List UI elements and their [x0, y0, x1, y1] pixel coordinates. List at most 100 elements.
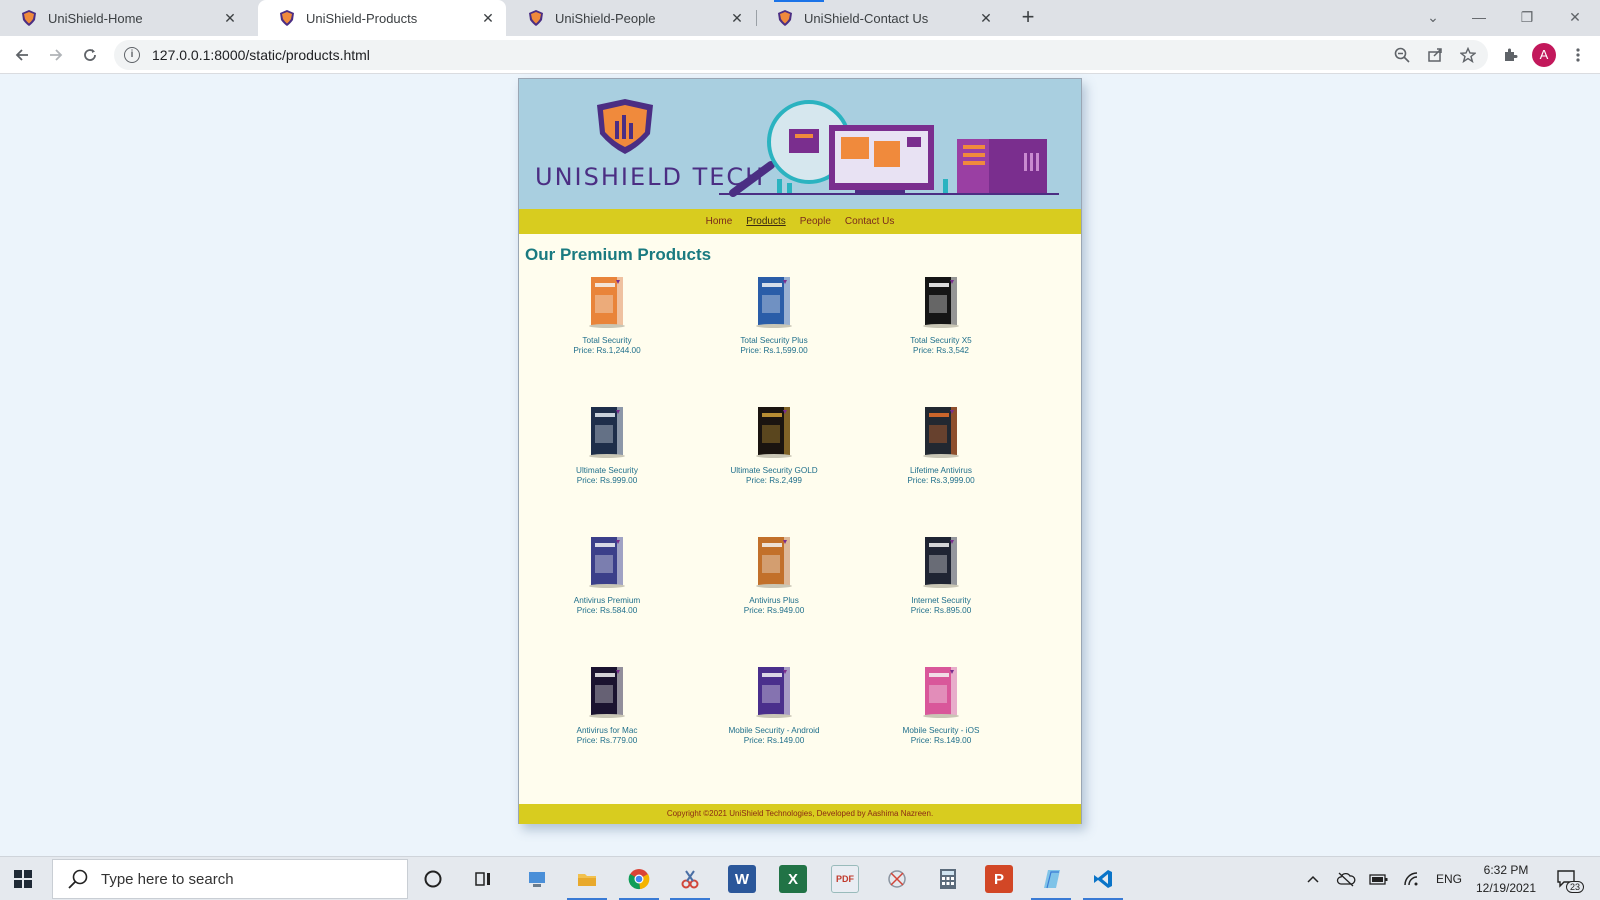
share-icon[interactable] [1423, 43, 1447, 67]
tab-unishield-home[interactable]: UniShield-Home ✕ [0, 0, 248, 36]
product-card[interactable]: Total Security Price: Rs.1,244.00 [542, 275, 672, 355]
product-box-image[interactable] [583, 535, 631, 589]
product-name[interactable]: Total Security X5 [876, 336, 1006, 346]
tab-title: UniShield-People [555, 10, 656, 26]
tab-close-icon[interactable]: ✕ [480, 10, 496, 27]
tab-search-chevron-icon[interactable]: ⌄ [1420, 4, 1446, 30]
product-card[interactable]: Antivirus Premium Price: Rs.584.00 [542, 535, 672, 615]
tab-title: UniShield-Home [48, 10, 143, 26]
product-box-image[interactable] [750, 665, 798, 719]
restore-button[interactable]: ❐ [1514, 4, 1540, 30]
product-card[interactable]: Antivirus for Mac Price: Rs.779.00 [542, 665, 672, 745]
product-name[interactable]: Total Security Plus [709, 336, 839, 346]
tab-unishield-contact[interactable]: UniShield-Contact Us ✕ [756, 0, 1004, 36]
back-button[interactable] [10, 43, 34, 67]
word-icon[interactable]: W [728, 865, 756, 893]
tab-title: UniShield-Contact Us [804, 10, 929, 26]
tab-close-icon[interactable]: ✕ [729, 10, 745, 27]
product-name[interactable]: Lifetime Antivirus [876, 466, 1006, 476]
nav-link-home[interactable]: Home [706, 216, 733, 227]
menu-kebab-icon[interactable] [1566, 43, 1590, 67]
file-explorer-icon[interactable] [573, 865, 601, 893]
minimize-button[interactable]: — [1466, 4, 1492, 30]
arrow-left-icon [15, 49, 28, 61]
address-bar[interactable]: i 127.0.0.1:8000/static/products.html [114, 40, 1488, 70]
product-card[interactable]: Mobile Security - iOS Price: Rs.149.00 [876, 665, 1006, 745]
product-box-image[interactable] [917, 665, 965, 719]
product-name[interactable]: Total Security [542, 336, 672, 346]
product-card[interactable]: Mobile Security - Android Price: Rs.149.0… [709, 665, 839, 745]
tab-close-icon[interactable]: ✕ [978, 10, 994, 27]
taskbar-search-box[interactable]: Type here to search [52, 859, 408, 899]
product-box-image[interactable] [750, 405, 798, 459]
tab-unishield-people[interactable]: UniShield-People ✕ [507, 0, 755, 36]
product-card[interactable]: Ultimate Security GOLD Price: Rs.2,499 [709, 405, 839, 485]
browser-tab-strip: UniShield-Home ✕ UniShield-Products ✕ Un… [0, 0, 1600, 36]
pdf-viewer-icon[interactable]: PDF [831, 865, 859, 893]
product-box-image[interactable] [583, 405, 631, 459]
cortana-icon[interactable] [419, 865, 447, 893]
product-card[interactable]: Total Security X5 Price: Rs.3,542 [876, 275, 1006, 355]
wifi-icon[interactable] [1403, 857, 1421, 900]
show-hidden-icons-button[interactable] [1306, 857, 1320, 900]
vscode-icon[interactable] [1089, 865, 1117, 893]
extensions-icon[interactable] [1498, 43, 1522, 67]
battery-icon[interactable] [1369, 857, 1389, 900]
product-card[interactable]: Total Security Plus Price: Rs.1,599.00 [709, 275, 839, 355]
nav-link-products[interactable]: Products [746, 216, 785, 227]
product-card[interactable]: Ultimate Security Price: Rs.999.00 [542, 405, 672, 485]
forward-button[interactable] [44, 43, 68, 67]
product-box-image[interactable] [750, 275, 798, 329]
product-box-image[interactable] [917, 535, 965, 589]
chrome-icon[interactable] [625, 865, 653, 893]
product-name[interactable]: Ultimate Security GOLD [709, 466, 839, 476]
product-name[interactable]: Antivirus Plus [709, 596, 839, 606]
search-placeholder: Type here to search [101, 870, 234, 888]
new-tab-button[interactable]: + [1016, 6, 1040, 30]
product-name[interactable]: Ultimate Security [542, 466, 672, 476]
profile-avatar[interactable]: A [1532, 43, 1556, 67]
page-title: Our Premium Products [525, 245, 712, 264]
brand-wordmark: UNISHIELD TECH [535, 163, 765, 191]
site-info-icon[interactable]: i [124, 47, 140, 63]
onedrive-offline-icon[interactable] [1336, 857, 1356, 900]
bookmark-star-icon[interactable] [1456, 43, 1480, 67]
product-name[interactable]: Antivirus for Mac [542, 726, 672, 736]
excel-icon[interactable]: X [779, 865, 807, 893]
tab-unishield-products[interactable]: UniShield-Products ✕ [258, 0, 506, 36]
product-box-image[interactable] [917, 275, 965, 329]
snipping-tool-icon[interactable] [676, 865, 704, 893]
zoom-icon[interactable] [1390, 43, 1414, 67]
product-name[interactable]: Mobile Security - iOS [876, 726, 1006, 736]
product-box-image[interactable] [750, 535, 798, 589]
product-name[interactable]: Antivirus Premium [542, 596, 672, 606]
language-indicator[interactable]: ENG [1436, 857, 1462, 900]
snip-sketch-icon[interactable] [883, 865, 911, 893]
product-card[interactable]: Antivirus Plus Price: Rs.949.00 [709, 535, 839, 615]
nav-link-people[interactable]: People [800, 216, 831, 227]
close-window-button[interactable]: ✕ [1562, 4, 1588, 30]
product-name[interactable]: Internet Security [876, 596, 1006, 606]
windows-taskbar: Type here to search W X PDF P ENG 6:32 P… [0, 856, 1600, 900]
product-box-image[interactable] [583, 665, 631, 719]
tab-title: UniShield-Products [306, 10, 418, 26]
taskbar-clock[interactable]: 6:32 PM 12/19/2021 [1470, 861, 1542, 897]
product-price: Price: Rs.895.00 [910, 605, 972, 615]
computer-app-icon[interactable] [523, 865, 551, 893]
product-box-image[interactable] [583, 275, 631, 329]
product-card[interactable]: Internet Security Price: Rs.895.00 [876, 535, 1006, 615]
notepad-icon[interactable] [1037, 865, 1065, 893]
powerpoint-icon[interactable]: P [985, 865, 1013, 893]
action-center-button[interactable]: 23 [1556, 857, 1585, 900]
tab-close-icon[interactable]: ✕ [222, 10, 238, 27]
product-card[interactable]: Lifetime Antivirus Price: Rs.3,999.00 [876, 405, 1006, 485]
product-box-image[interactable] [917, 405, 965, 459]
task-view-icon[interactable] [469, 865, 497, 893]
reload-button[interactable] [78, 43, 102, 67]
nav-link-contact-us[interactable]: Contact Us [845, 216, 894, 227]
product-name[interactable]: Mobile Security - Android [709, 726, 839, 736]
windows-start-button[interactable] [14, 870, 32, 888]
calculator-icon[interactable] [934, 865, 962, 893]
site-nav: Home Products People Contact Us [519, 209, 1081, 234]
banner-illustration: UNISHIELD TECH [535, 99, 1059, 197]
